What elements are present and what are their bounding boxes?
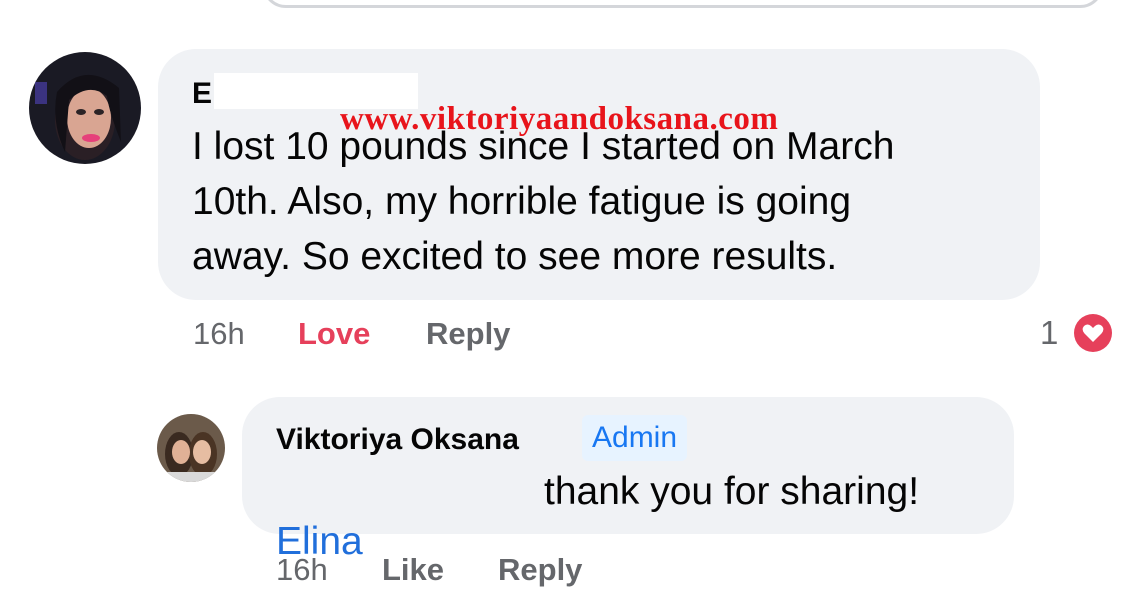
comment-timestamp: 16h bbox=[193, 316, 245, 351]
reply-avatar[interactable] bbox=[157, 414, 225, 482]
comment-actions: 16h Love Reply bbox=[193, 316, 693, 356]
heart-reaction-badge[interactable] bbox=[1072, 312, 1114, 354]
comment-input-field[interactable] bbox=[262, 0, 1104, 8]
heart-icon bbox=[1074, 314, 1112, 352]
comment-bubble: E I lost 10 pounds since I started on Ma… bbox=[158, 49, 1040, 300]
comment-text: I lost 10 pounds since I started on Marc… bbox=[192, 125, 895, 278]
admin-badge: Admin bbox=[582, 415, 688, 461]
reply-button[interactable]: Reply bbox=[426, 316, 510, 352]
redacted-surname bbox=[384, 471, 538, 515]
reply-author-name[interactable]: Viktoriya Oksana bbox=[276, 423, 519, 457]
comment-author-name[interactable]: E bbox=[192, 77, 212, 111]
reply-bubble: Viktoriya Oksana Admin Elina thank you f… bbox=[242, 397, 1014, 563]
reply-reply-button[interactable]: Reply bbox=[498, 552, 582, 588]
reply-actions: 16h Like Reply bbox=[276, 552, 676, 592]
watermark-text: www.viktoriyaandoksana.com bbox=[340, 101, 779, 137]
love-button[interactable]: Love bbox=[298, 316, 370, 352]
like-button[interactable]: Like bbox=[382, 552, 444, 588]
reply-message: thank you for sharing! bbox=[544, 470, 920, 513]
reaction-count[interactable]: 1 bbox=[1040, 314, 1058, 352]
reply-timestamp: 16h bbox=[276, 552, 328, 587]
commenter-avatar[interactable] bbox=[29, 52, 141, 164]
